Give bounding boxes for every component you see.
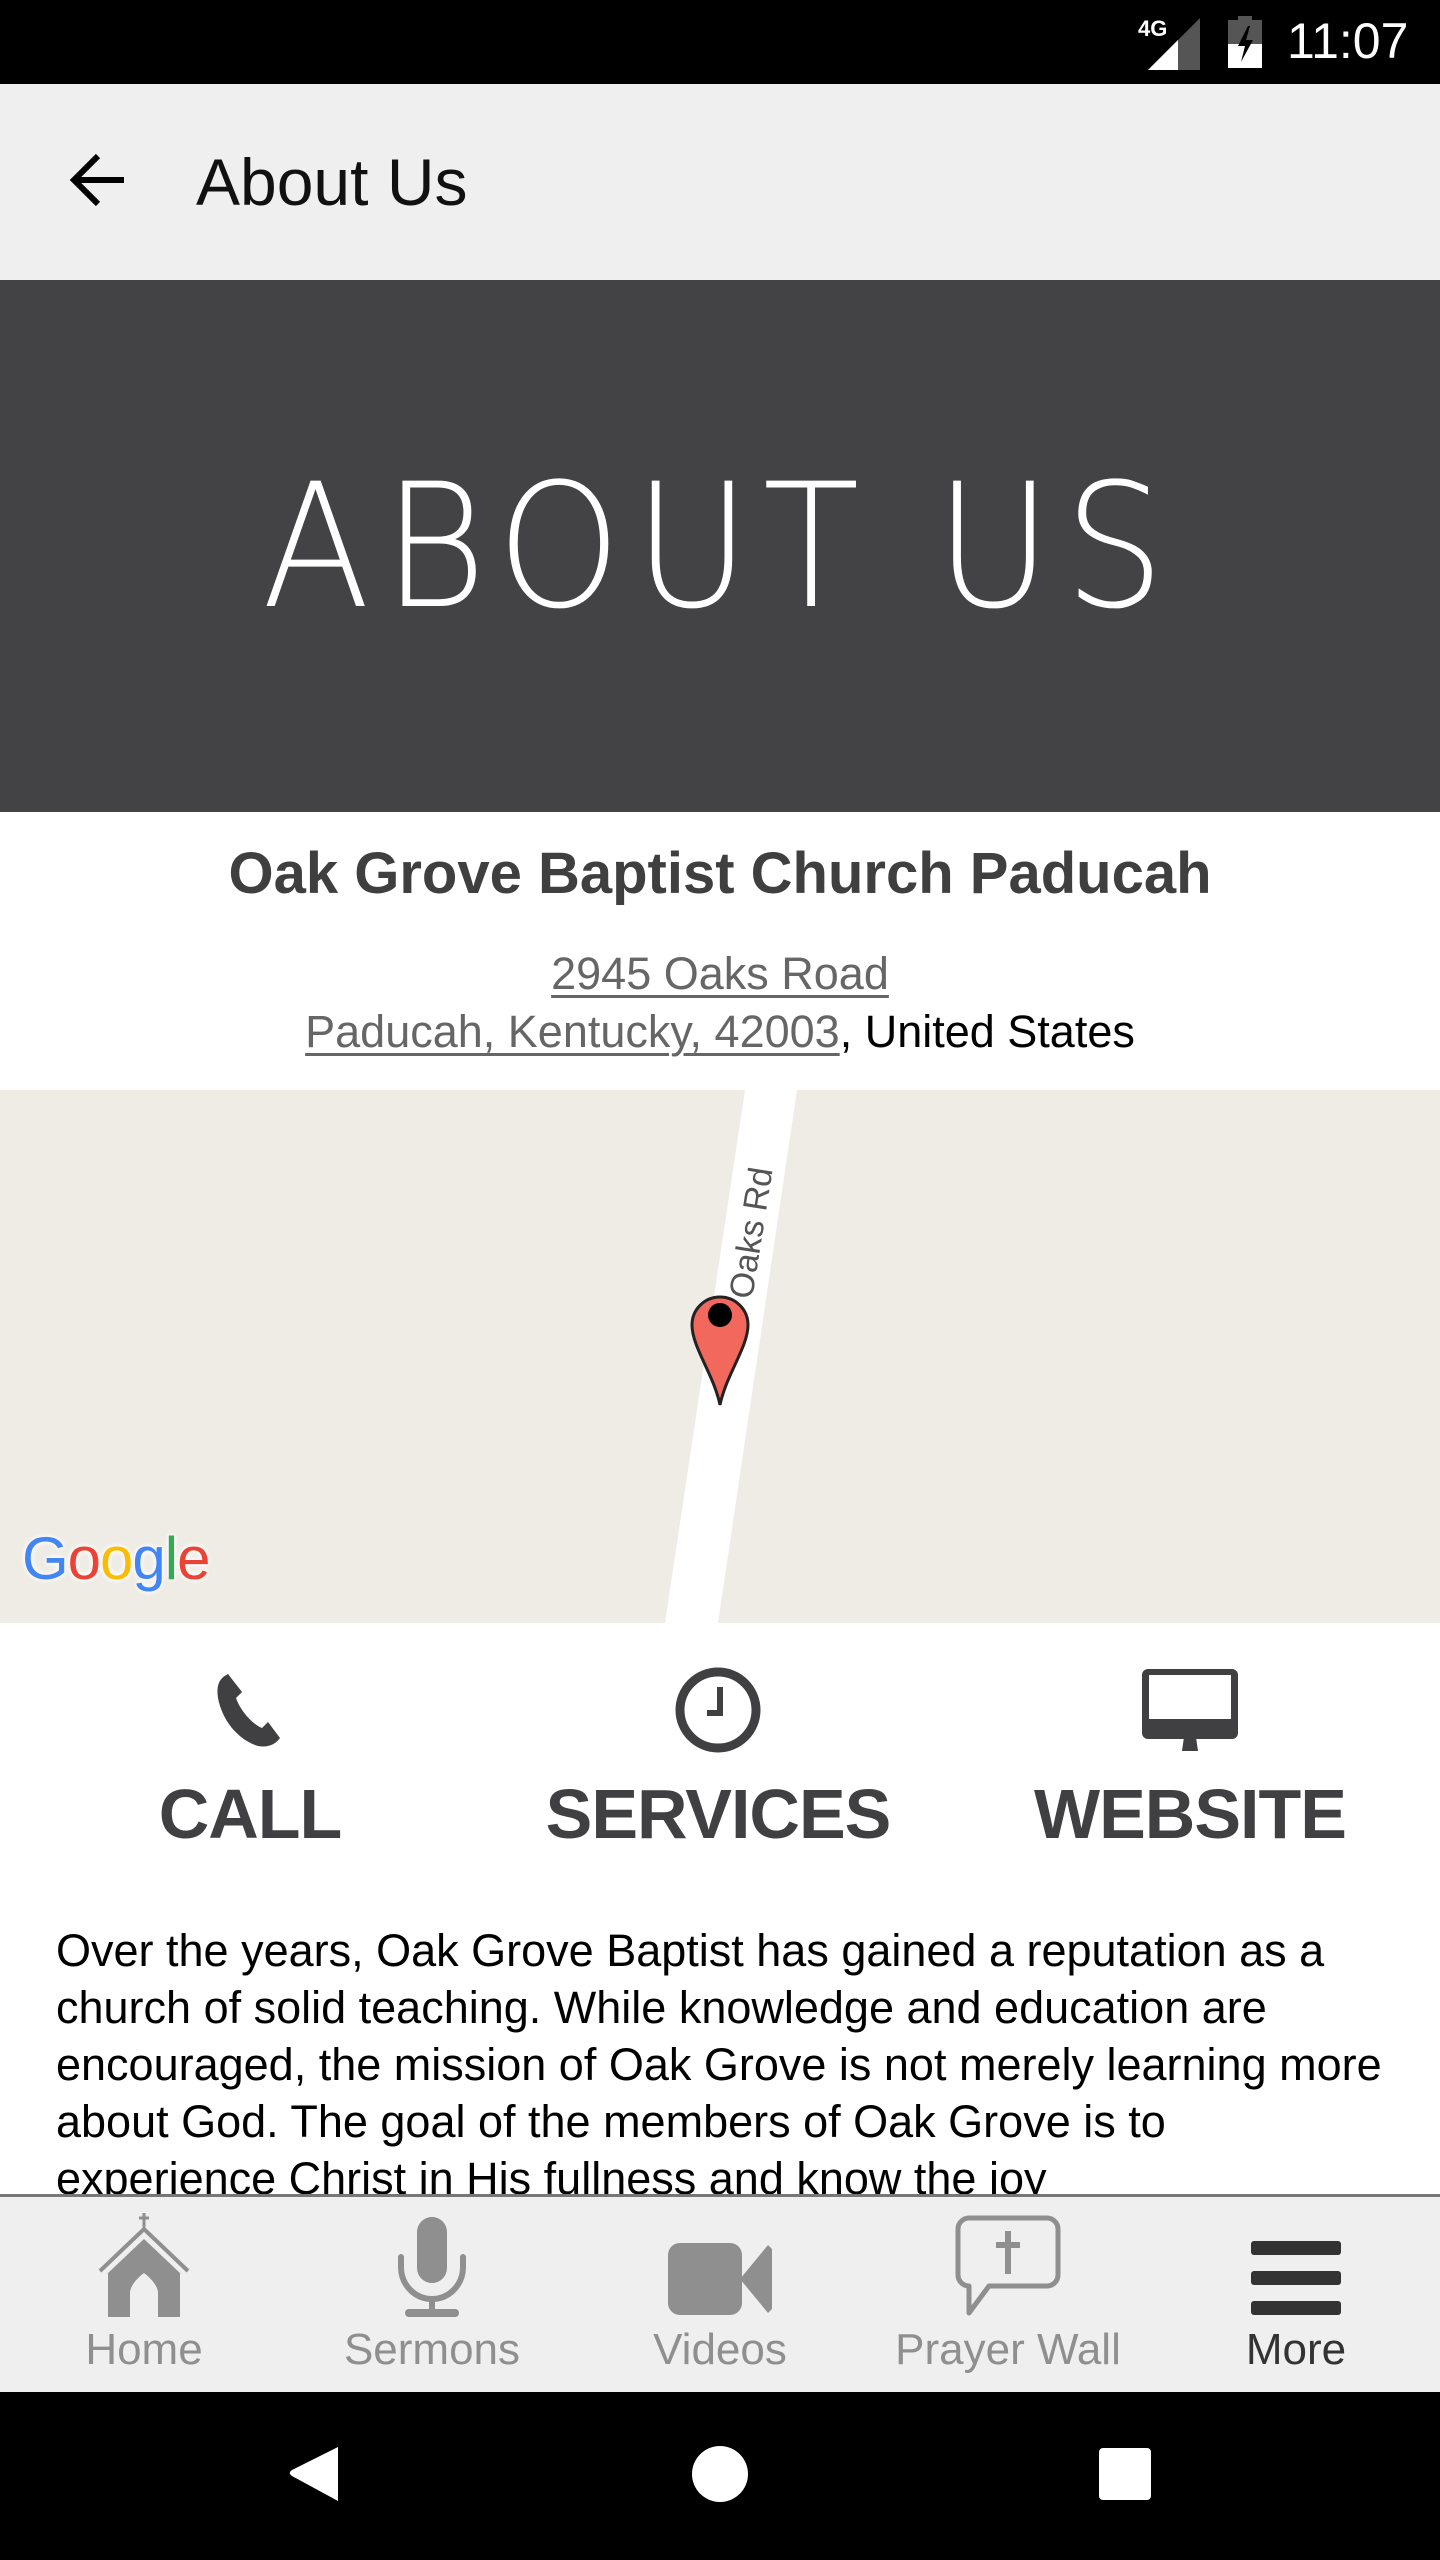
address-country: , United States	[839, 1006, 1135, 1057]
hero-title: ABOUT US	[262, 445, 1178, 647]
tab-prayer-wall-label: Prayer Wall	[895, 2325, 1121, 2374]
nav-home-button[interactable]	[660, 2426, 780, 2526]
signal-icon	[1148, 18, 1200, 75]
clock-time: 11:07	[1287, 13, 1409, 69]
nav-recents-button[interactable]	[1065, 2426, 1185, 2526]
microphone-icon	[397, 2197, 467, 2321]
video-camera-icon	[668, 2197, 772, 2321]
tab-videos[interactable]: Videos	[576, 2197, 864, 2395]
address-block: 2945 Oaks Road Paducah, Kentucky, 42003,…	[0, 945, 1440, 1061]
tab-more-label: More	[1245, 2325, 1347, 2374]
tab-home[interactable]: Home	[0, 2197, 288, 2395]
tab-sermons-label: Sermons	[343, 2325, 521, 2374]
call-button[interactable]: CALL	[50, 1660, 450, 1860]
phone-icon	[210, 1660, 290, 1760]
prayer-bubble-icon	[955, 2197, 1061, 2321]
back-button[interactable]	[50, 134, 146, 230]
action-row: CALL SERVICES WEBSITE	[0, 1660, 1440, 1860]
google-logo: Google	[22, 1525, 211, 1592]
call-label: CALL	[158, 1775, 343, 1853]
page-title: About Us	[196, 145, 468, 219]
address-street-link[interactable]: 2945 Oaks Road	[551, 948, 889, 999]
nav-home-icon	[691, 2445, 749, 2508]
menu-icon	[1251, 2197, 1341, 2321]
tab-home-label: Home	[85, 2325, 203, 2374]
nav-recents-icon	[1098, 2447, 1152, 2506]
church-name: Oak Grove Baptist Church Paducah	[228, 841, 1212, 906]
about-description: Over the years, Oak Grove Baptist has ga…	[56, 1925, 1382, 2194]
status-bar: 4G 11:07	[0, 0, 1440, 84]
battery-charging-icon	[1228, 16, 1262, 73]
clock-icon	[675, 1660, 761, 1760]
hero-banner: ABOUT US	[0, 280, 1440, 812]
bottom-tab-bar: Home Sermons Videos Prayer Wall More	[0, 2194, 1440, 2395]
arrow-left-icon	[68, 150, 128, 215]
address-city-link[interactable]: Paducah, Kentucky, 42003	[305, 1006, 840, 1057]
tab-videos-label: Videos	[653, 2325, 787, 2374]
map-view[interactable]: Oaks Rd	[0, 1090, 1440, 1623]
system-nav-bar	[0, 2392, 1440, 2560]
tab-more[interactable]: More	[1152, 2197, 1440, 2395]
monitor-icon	[1140, 1660, 1240, 1760]
tab-prayer-wall[interactable]: Prayer Wall	[864, 2197, 1152, 2395]
nav-back-button[interactable]	[255, 2426, 375, 2526]
website-button[interactable]: WEBSITE	[990, 1660, 1390, 1860]
services-button[interactable]: SERVICES	[518, 1660, 918, 1860]
website-label: WEBSITE	[1034, 1775, 1347, 1853]
app-bar: About Us	[0, 84, 1440, 280]
nav-back-icon	[288, 2445, 342, 2508]
church-icon	[96, 2197, 192, 2321]
tab-sermons[interactable]: Sermons	[288, 2197, 576, 2395]
services-label: SERVICES	[545, 1775, 892, 1853]
